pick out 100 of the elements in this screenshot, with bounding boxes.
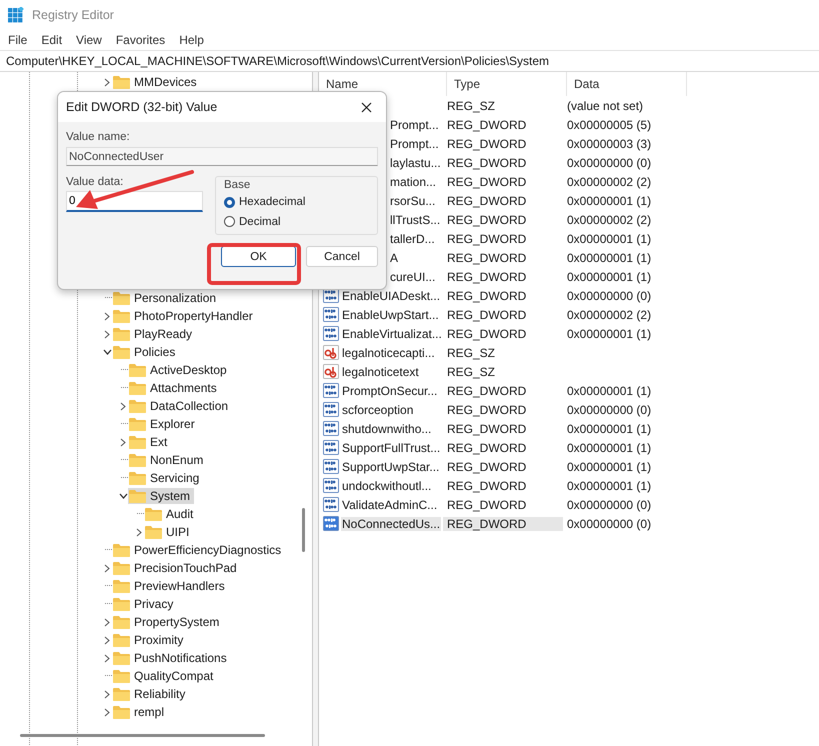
chevron-right-icon[interactable] [104,78,110,86]
chevron-right-icon[interactable] [120,402,126,410]
folder-icon [113,597,130,611]
tree-item[interactable]: System [128,488,194,504]
value-type: REG_DWORD [446,250,528,264]
tree-item[interactable]: Reliability [112,686,190,702]
scrollbar-thumb[interactable] [20,734,265,737]
value-name[interactable]: SupportFullTrust... [341,440,442,454]
value-name[interactable]: laylastu... [389,156,442,170]
value-type: REG_DWORD [446,174,528,188]
value-name[interactable]: shutdownwitho... [341,422,432,436]
tree-item[interactable]: Explorer [128,416,199,432]
radio-option[interactable]: Decimal [224,214,369,230]
folder-icon [129,381,146,395]
chevron-right-icon[interactable] [120,438,126,446]
value-name[interactable]: ValidateAdminC... [341,498,438,512]
column-header[interactable]: Type [447,72,567,96]
value-name[interactable]: A [389,250,400,264]
folder-icon [113,669,130,683]
value-type: REG_SZ [446,364,496,378]
value-type: REG_DWORD [446,194,528,208]
value-name[interactable]: scforceoption [341,402,414,416]
value-type: REG_DWORD [446,212,528,226]
value-name[interactable]: EnableUwpStart... [341,308,440,322]
value-name[interactable]: EnableUIADeskt... [341,288,442,302]
tree-item[interactable]: rempl [112,704,168,720]
folder-icon [145,507,162,521]
chevron-right-icon[interactable] [104,654,110,662]
chevron-right-icon[interactable] [136,528,142,536]
value-name[interactable]: legalnoticetext [341,364,420,378]
chevron-right-icon[interactable] [104,618,110,626]
folder-icon [113,615,130,629]
radio-option[interactable]: Hexadecimal [224,194,369,210]
value-name[interactable]: rsorSu... [389,194,436,208]
value-type: REG_DWORD [446,384,528,398]
tree-item[interactable]: NonEnum [128,452,208,468]
value-name[interactable]: llTrustS... [389,212,442,226]
value-data: 0x00000001 (1) [566,326,652,340]
menu-item[interactable]: View [71,33,107,47]
tree-item[interactable]: PropertySystem [112,614,224,630]
chevron-right-icon[interactable] [104,708,110,716]
value-name[interactable]: EnableVirtualizat... [341,326,443,340]
value-data: 0x00000003 (3) [566,136,652,150]
address-bar[interactable]: Computer\HKEY_LOCAL_MACHINE\SOFTWARE\Microsoft\Windows\CurrentVersion\Policies\System [0,50,819,72]
tree-item[interactable]: Ext [128,434,172,450]
tree-item[interactable]: Policies [112,344,180,360]
chevron-right-icon[interactable] [104,564,110,572]
cancel-button[interactable]: Cancel [306,246,378,267]
value-type: REG_DWORD [446,460,528,474]
tree-item[interactable]: PlayReady [112,326,196,342]
menu-item[interactable]: File [3,33,32,47]
binary-value-icon [323,421,339,436]
value-data: 0x00000001 (1) [566,384,652,398]
binary-value-icon [323,478,339,493]
menu-item[interactable]: Favorites [110,33,170,47]
value-name[interactable]: undockwithoutl... [341,478,432,492]
menu-item[interactable]: Edit [36,33,68,47]
tree-item[interactable]: Personalization [112,290,220,306]
tree-item[interactable]: Attachments [128,380,221,396]
tree-item[interactable]: PreviewHandlers [112,578,229,594]
tree-item[interactable]: PhotoPropertyHandler [112,308,257,324]
tree-item[interactable]: QualityCompat [112,668,218,684]
tree-item[interactable]: Servicing [128,470,204,486]
value-data: 0x00000000 (0) [566,156,652,170]
ok-button[interactable]: OK [221,246,296,267]
tree-item[interactable]: PowerEfficiencyDiagnostics [112,542,286,558]
folder-icon [129,453,146,467]
value-name[interactable]: NoConnectedUs... [341,516,442,530]
chevron-down-icon[interactable] [102,349,112,355]
tree-item[interactable]: MMDevices [112,74,201,90]
tree-item[interactable]: UIPI [144,524,194,540]
value-name[interactable]: Prompt... [389,118,440,132]
value-type: REG_DWORD [446,422,528,436]
menu-item[interactable]: Help [174,33,209,47]
value-name[interactable]: PromptOnSecur... [341,384,438,398]
value-type: REG_DWORD [446,232,528,246]
chevron-right-icon[interactable] [104,330,110,338]
value-data: 0x00000005 (5) [566,118,652,132]
tree-item[interactable]: PushNotifications [112,650,231,666]
value-name[interactable]: mation... [389,174,438,188]
scrollbar-thumb[interactable] [302,508,305,552]
chevron-right-icon[interactable] [104,636,110,644]
binary-value-icon [323,516,339,531]
chevron-right-icon[interactable] [104,690,110,698]
value-name[interactable]: legalnoticecapti... [341,346,436,360]
value-name[interactable]: tallerD... [389,232,436,246]
tree-item[interactable]: PrecisionTouchPad [112,560,241,576]
tree-item[interactable]: DataCollection [128,398,232,414]
tree-item[interactable]: ActiveDesktop [128,362,231,378]
tree-item[interactable]: Audit [144,506,198,522]
tree-item[interactable]: Proximity [112,632,188,648]
column-header[interactable]: Data [567,72,687,96]
chevron-down-icon[interactable] [118,493,128,499]
value-name[interactable]: Prompt... [389,136,440,150]
tree-item[interactable]: Privacy [112,596,178,612]
chevron-right-icon[interactable] [104,312,110,320]
value-name[interactable]: SupportUwpStar... [341,460,440,474]
value-name[interactable]: cureUI... [389,270,436,284]
value-data: 0x00000001 (1) [566,194,652,208]
value-data: 0x00000000 (0) [566,402,652,416]
